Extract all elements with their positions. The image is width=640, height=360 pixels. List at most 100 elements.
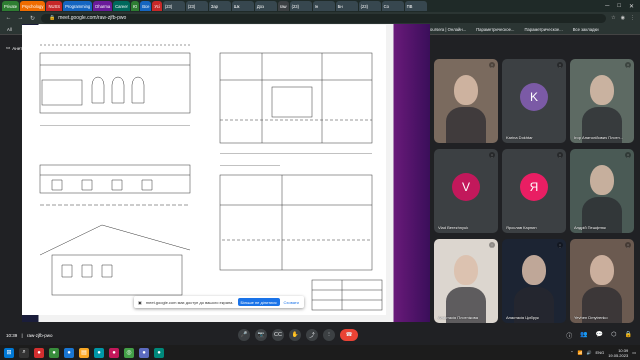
tray-clock[interactable]: 10:39 19.05.2023 bbox=[608, 348, 628, 358]
captions-button[interactable]: CC bbox=[272, 329, 284, 341]
file-explorer-icon[interactable]: ▤ bbox=[79, 347, 89, 358]
profile-icon[interactable]: ◉ bbox=[621, 15, 625, 21]
reload-icon[interactable]: ↻ bbox=[29, 15, 36, 22]
meeting-clock: 10:39 | raw-zjfb-pwo bbox=[6, 332, 53, 338]
tile-menu-icon[interactable]: ⋮ bbox=[625, 242, 631, 248]
lock-icon[interactable]: 🔒 bbox=[625, 331, 632, 340]
browser-tab[interactable]: raw bbox=[277, 1, 289, 11]
browser-tab[interactable]: Psychology bbox=[20, 1, 46, 11]
app-icon-4[interactable]: ● bbox=[94, 347, 104, 358]
browser-tab[interactable]: Private bbox=[2, 1, 20, 11]
minimize-icon[interactable]: ─ bbox=[605, 3, 609, 10]
bookmark-item[interactable]: All bbox=[4, 26, 15, 33]
participant-tile[interactable]: ⋮ Анастасія Плотнікова bbox=[434, 239, 498, 323]
browser-tab[interactable]: Усі bbox=[152, 1, 162, 11]
browser-tab[interactable]: Шк bbox=[231, 1, 254, 11]
participant-tile[interactable]: K ⋮ Karina Dokhtar bbox=[502, 59, 566, 143]
browser-tab[interactable]: ПВ bbox=[404, 1, 427, 11]
participant-name: Анастасія Плотнікова bbox=[438, 315, 478, 320]
browser-menu-icon[interactable]: ⋮ bbox=[630, 15, 635, 21]
tile-menu-icon[interactable]: ⋮ bbox=[625, 152, 631, 158]
participant-video bbox=[590, 255, 614, 285]
forward-icon[interactable]: → bbox=[17, 15, 24, 21]
browser-tab[interactable]: Ін bbox=[312, 1, 335, 11]
browser-tab[interactable]: Зар bbox=[208, 1, 231, 11]
url-field[interactable]: 🔒 meet.google.com/raw-zjfb-pwo bbox=[41, 13, 607, 23]
call-controls: 🎤 📷 CC ✋ ⤴ ⋮ ☎ bbox=[238, 329, 358, 341]
present-button[interactable]: ⤴ bbox=[306, 329, 318, 341]
participant-tile[interactable]: ⋮ Анастасія Цибрук bbox=[502, 239, 566, 323]
app-icon-1[interactable]: ● bbox=[34, 347, 44, 358]
clock-time: 10:39 bbox=[6, 332, 18, 338]
browser-tab[interactable]: (23) bbox=[185, 1, 208, 11]
browser-tab[interactable]: Бн bbox=[335, 1, 358, 11]
browser-tab[interactable]: Career bbox=[113, 1, 130, 11]
end-call-button[interactable]: ☎ bbox=[340, 329, 358, 341]
app-icon-3[interactable]: ● bbox=[64, 347, 74, 358]
activities-icon[interactable]: ⬡ bbox=[611, 331, 616, 340]
browser-tab[interactable]: (23) bbox=[162, 1, 185, 11]
browser-tab[interactable]: Все bbox=[140, 1, 152, 11]
browser-tab[interactable]: Programming bbox=[63, 1, 93, 11]
app-icon-6[interactable]: ● bbox=[139, 347, 149, 358]
participant-tile[interactable]: V ⋮ Vlad Berezhnyuk bbox=[434, 149, 498, 233]
participant-tile[interactable]: ⋮ bbox=[434, 59, 498, 143]
drawing-elevation-middle bbox=[39, 164, 191, 194]
participant-video bbox=[590, 75, 614, 105]
browser-tab[interactable]: Dharma bbox=[93, 1, 113, 11]
tile-menu-icon[interactable]: ⋮ bbox=[557, 62, 563, 68]
participant-tile[interactable]: ⋮ Ігор Анатолійович Плотн... bbox=[570, 59, 634, 143]
participant-tile[interactable]: ⋮ Yevhen Dmytrenko bbox=[570, 239, 634, 323]
drawing-plan-bottom bbox=[219, 174, 373, 271]
participant-name: Ярослав Карпин bbox=[506, 225, 537, 230]
bookmark-item[interactable]: Параметрическое... bbox=[521, 26, 565, 33]
participant-tile[interactable]: ⋮ Андрій Пешфтюк bbox=[570, 149, 634, 233]
volume-icon[interactable]: 🔊 bbox=[587, 350, 592, 355]
participant-name: Vlad Berezhnyuk bbox=[438, 225, 469, 230]
back-icon[interactable]: ← bbox=[5, 15, 12, 21]
browser-tab[interactable]: NUSS bbox=[46, 1, 63, 11]
camera-button[interactable]: 📷 bbox=[255, 329, 267, 341]
participant-tile[interactable]: Я ⋮ Ярослав Карпин bbox=[502, 149, 566, 233]
info-icon[interactable]: ⓘ bbox=[566, 331, 572, 340]
language-indicator[interactable]: ENG bbox=[596, 350, 605, 355]
bookmark-star-icon[interactable]: ☆ bbox=[611, 15, 615, 21]
bookmark-item[interactable]: Параметрическое... bbox=[473, 26, 517, 33]
browser-tab[interactable]: (23) bbox=[289, 1, 312, 11]
maximize-icon[interactable]: □ bbox=[617, 3, 621, 10]
start-icon[interactable]: ⊞ bbox=[4, 347, 14, 358]
browser-tab[interactable]: Со bbox=[381, 1, 404, 11]
browser-tab[interactable]: (23) bbox=[358, 1, 381, 11]
raise-hand-button[interactable]: ✋ bbox=[289, 329, 301, 341]
mic-button[interactable]: 🎤 bbox=[238, 329, 250, 341]
tray-chevron-icon[interactable]: ⌃ bbox=[570, 350, 573, 355]
more-options-button[interactable]: ⋮ bbox=[323, 329, 335, 341]
tile-menu-icon[interactable]: ⋮ bbox=[489, 62, 495, 68]
browser-tab[interactable]: Доз bbox=[254, 1, 277, 11]
tile-menu-icon[interactable]: ⋮ bbox=[557, 152, 563, 158]
participant-avatar: K bbox=[520, 83, 548, 111]
participant-avatar: Я bbox=[520, 173, 548, 201]
app-icon-7[interactable]: ● bbox=[154, 347, 164, 358]
stop-sharing-button[interactable]: Більше не ділитися bbox=[237, 298, 280, 306]
share-icon: ▣ bbox=[138, 299, 142, 305]
notifications-icon[interactable]: ▭ bbox=[632, 350, 636, 355]
hide-banner-button[interactable]: Сховати bbox=[284, 300, 299, 305]
app-icon-2[interactable]: ● bbox=[49, 347, 59, 358]
app-icon-5[interactable]: ● bbox=[109, 347, 119, 358]
tile-menu-icon[interactable]: ⋮ bbox=[489, 152, 495, 158]
bookmark-item[interactable]: Coursera | Онлайн... bbox=[424, 26, 469, 33]
chrome-icon[interactable]: ◎ bbox=[124, 347, 134, 358]
bookmark-item[interactable]: Все закладки bbox=[570, 26, 602, 33]
browser-tab[interactable]: Ю bbox=[130, 1, 140, 11]
wifi-icon[interactable]: 📶 bbox=[578, 350, 583, 355]
participant-name: Yevhen Dmytrenko bbox=[574, 315, 608, 320]
tile-menu-icon[interactable]: ⋮ bbox=[489, 242, 495, 248]
meeting-code: raw-zjfb-pwo bbox=[26, 332, 53, 338]
people-icon[interactable]: 👥 bbox=[580, 331, 587, 340]
tile-menu-icon[interactable]: ⋮ bbox=[557, 242, 563, 248]
close-icon[interactable]: ✕ bbox=[629, 3, 634, 10]
chat-icon[interactable]: 💬 bbox=[596, 331, 603, 340]
tile-menu-icon[interactable]: ⋮ bbox=[625, 62, 631, 68]
search-icon[interactable]: ⌕ bbox=[19, 347, 29, 358]
